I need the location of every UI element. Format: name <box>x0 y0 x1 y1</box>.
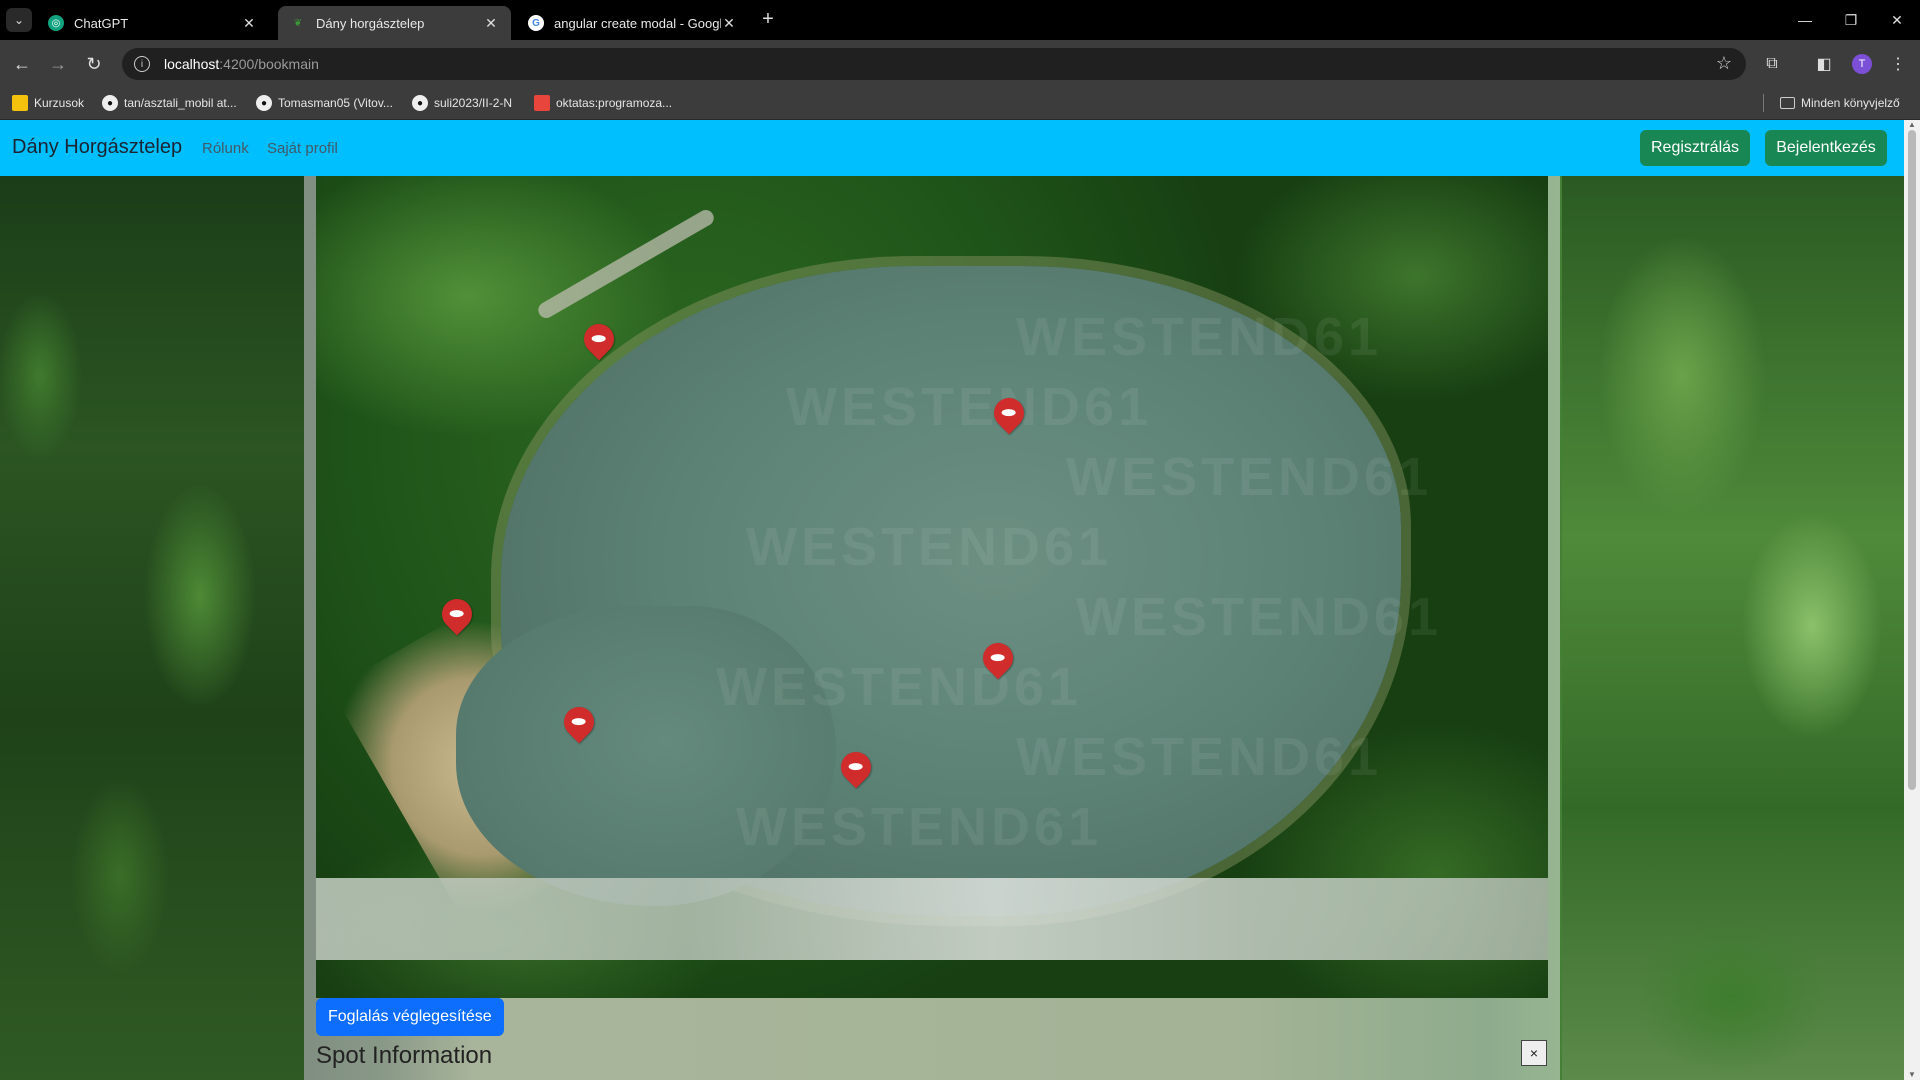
github-icon: ● <box>412 95 428 111</box>
brand-title[interactable]: Dány Horgásztelep <box>12 136 182 159</box>
spot-information-heading: Spot Information <box>316 1042 493 1069</box>
chatgpt-favicon-icon: ◎ <box>48 15 64 31</box>
map-watermark: WESTEND61 <box>1016 727 1383 787</box>
github-icon: ● <box>102 95 118 111</box>
bookmark-github-3[interactable]: ● suli2023/II-2-N <box>412 92 512 114</box>
background-foliage-right <box>1562 176 1904 1080</box>
extensions-icon[interactable]: ⧉ <box>1758 50 1786 78</box>
profile-avatar[interactable]: T <box>1852 54 1872 74</box>
menu-kebab-icon[interactable]: ⋮ <box>1884 50 1912 78</box>
map-watermark: WESTEND61 <box>786 377 1153 437</box>
bookmark-oktatas[interactable]: oktatas:programoza... <box>534 92 672 114</box>
github-icon: ● <box>256 95 272 111</box>
minimize-icon[interactable]: — <box>1782 0 1828 40</box>
address-bar[interactable]: i localhost:4200/bookmain ☆ <box>122 48 1746 80</box>
lake-water-west <box>456 606 836 906</box>
url-host: localhost <box>164 56 220 72</box>
tab-search-button[interactable]: ⌄ <box>6 8 32 32</box>
forward-icon[interactable]: → <box>44 50 72 78</box>
scrollbar-thumb[interactable] <box>1908 130 1916 790</box>
register-button[interactable]: Regisztrálás <box>1640 130 1750 166</box>
map-watermark: WESTEND61 <box>1066 447 1433 507</box>
bookmark-label: Kurzusok <box>34 96 85 110</box>
bookmark-label: tan/asztali_mobil at... <box>124 96 237 110</box>
map-watermark: WESTEND61 <box>736 797 1103 857</box>
url-path: :4200/bookmain <box>219 56 319 72</box>
tab-close-icon[interactable]: ✕ <box>721 15 737 32</box>
bookmarks-separator <box>1763 94 1764 112</box>
tab-chatgpt[interactable]: ◎ ChatGPT ✕ <box>36 6 269 40</box>
bookmark-label: Tomasman05 (Vitov... <box>278 96 393 110</box>
map-watermark: WESTEND61 <box>716 657 1083 717</box>
background-foliage-left <box>0 176 304 1080</box>
tab-close-icon[interactable]: ✕ <box>483 15 499 32</box>
tab-title: angular create modal - Google <box>554 15 721 31</box>
lower-background-river <box>316 878 1548 960</box>
map-watermark: WESTEND61 <box>1076 587 1443 647</box>
login-button[interactable]: Bejelentkezés <box>1765 130 1887 166</box>
tab-dany-horgasztelep[interactable]: ❦ Dány horgásztelep ✕ <box>278 6 511 40</box>
bookmark-label: suli2023/II-2-N <box>434 96 513 110</box>
bookmark-star-icon[interactable]: ☆ <box>1716 53 1732 74</box>
back-icon[interactable]: ← <box>8 50 36 78</box>
side-panel-icon[interactable]: ◧ <box>1810 50 1838 78</box>
bookmark-github-1[interactable]: ● tan/asztali_mobil at... <box>102 92 237 114</box>
confirm-booking-button[interactable]: Foglalás véglegesítése <box>316 998 504 1036</box>
bookmark-kurzusok[interactable]: Kurzusok <box>12 92 84 114</box>
bookmark-label: oktatas:programoza... <box>556 96 673 110</box>
bookmark-label: Minden könyvjelző <box>1801 96 1900 110</box>
folder-icon <box>1780 97 1795 109</box>
nav-link-sajat-profil[interactable]: Saját profil <box>267 140 338 157</box>
site-navbar: Dány Horgásztelep Rólunk Saját profil Re… <box>0 120 1904 176</box>
bookmark-favicon-icon <box>12 95 28 111</box>
scroll-down-icon[interactable]: ▼ <box>1904 1070 1920 1080</box>
restore-icon[interactable]: ❐ <box>1828 0 1874 40</box>
reload-icon[interactable]: ↻ <box>80 50 108 78</box>
bookmark-favicon-icon <box>534 95 550 111</box>
site-info-icon[interactable]: i <box>134 56 150 72</box>
tab-google-search[interactable]: G angular create modal - Google ✕ <box>516 6 749 40</box>
map-watermark: WESTEND61 <box>746 517 1113 577</box>
map-watermark: WESTEND61 <box>1016 307 1383 367</box>
close-spot-button[interactable]: × <box>1521 1040 1547 1066</box>
all-bookmarks-folder[interactable]: Minden könyvjelző <box>1780 92 1900 114</box>
bookmark-github-2[interactable]: ● Tomasman05 (Vitov... <box>256 92 393 114</box>
tab-close-icon[interactable]: ✕ <box>241 15 257 32</box>
tab-title: Dány horgásztelep <box>316 15 425 31</box>
lake-map: WESTEND61 WESTEND61 WESTEND61 WESTEND61 … <box>316 176 1548 998</box>
new-tab-button[interactable]: + <box>756 8 780 31</box>
page-scrollbar[interactable]: ▲ ▼ <box>1904 120 1920 1080</box>
scroll-up-icon[interactable]: ▲ <box>1904 120 1920 130</box>
tab-title: ChatGPT <box>74 15 129 31</box>
google-favicon-icon: G <box>528 15 544 31</box>
fish-favicon-icon: ❦ <box>293 17 303 29</box>
close-window-icon[interactable]: ✕ <box>1874 0 1920 40</box>
nav-link-rolunk[interactable]: Rólunk <box>202 140 249 157</box>
